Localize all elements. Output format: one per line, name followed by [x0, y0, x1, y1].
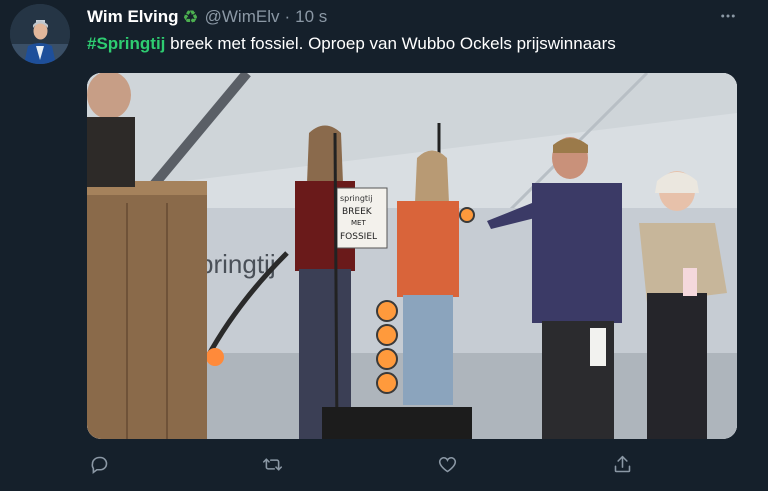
tweet-text: #Springtij breek met fossiel. Oproep van…: [87, 34, 616, 54]
sign-line-1: springtij: [340, 194, 373, 203]
user-handle[interactable]: @WimElv: [205, 7, 280, 27]
timestamp[interactable]: 10 s: [295, 7, 327, 27]
tweet-actions: [87, 452, 737, 484]
sign-line-4: FOSSIEL: [340, 232, 377, 242]
sign-line-3: MET: [351, 219, 366, 227]
reply-icon[interactable]: [87, 452, 111, 476]
sign-line-2: BREEK: [342, 207, 373, 217]
more-options-icon[interactable]: [718, 6, 738, 26]
tweet-media-photo[interactable]: pringtij springtij BREEK MET FOSSIEL: [87, 73, 737, 439]
tweet-body-text: breek met fossiel. Oproep van Wubbo Ocke…: [165, 34, 616, 53]
share-icon[interactable]: [610, 452, 634, 476]
like-icon[interactable]: [435, 452, 459, 476]
tweet-header: Wim Elving ♻ @WimElv · 10 s: [87, 6, 718, 28]
recycle-icon: ♻: [182, 7, 199, 27]
avatar-image: [10, 4, 70, 64]
separator-dot: ·: [284, 7, 291, 26]
tweet[interactable]: Wim Elving ♻ @WimElv · 10 s #Springtij b…: [0, 0, 768, 491]
display-name[interactable]: Wim Elving: [87, 7, 178, 27]
avatar[interactable]: [10, 4, 70, 64]
hashtag-link[interactable]: #Springtij: [87, 34, 165, 53]
retweet-icon[interactable]: [260, 452, 284, 476]
